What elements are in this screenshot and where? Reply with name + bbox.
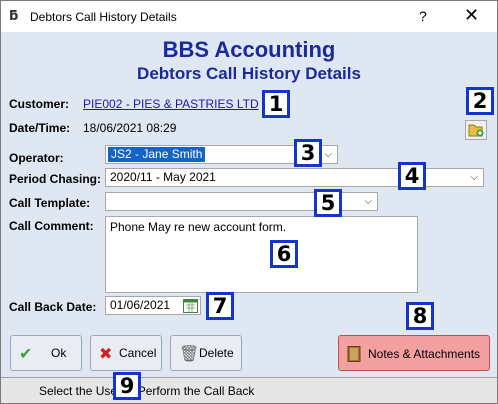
comment-textarea[interactable]: Phone May re new account form. [105,216,418,293]
window-title: Debtors Call History Details [30,10,177,24]
callout-badge-3: 3 [294,139,322,167]
operator-value: JS2 - Jane Smith [108,147,206,162]
trash-icon: 🗑 [179,344,200,363]
notes-attachments-button[interactable]: Notes & Attachments [338,335,490,371]
add-document-icon [468,124,484,137]
notebook-icon [347,346,361,362]
customer-link[interactable]: PIE002 - PIES & PASTRIES LTD [83,97,259,111]
add-attachment-button[interactable] [465,120,487,140]
x-icon: ✖ [99,344,113,363]
period-label: Period Chasing: [9,172,102,186]
bbs-logo-icon: ƃ [9,9,19,24]
callout-badge-8: 8 [406,302,434,330]
period-value: 2020/11 - May 2021 [110,170,216,184]
notes-label: Notes & Attachments [368,347,481,361]
callout-badge-9: 9 [113,372,141,400]
comment-label: Call Comment: [9,219,94,233]
form-heading: Debtors Call History Details [137,64,361,83]
chevron-down-icon[interactable]: ⌵ [324,146,332,163]
delete-label: Delete [199,346,234,360]
cancel-label: Cancel [119,346,157,360]
ok-button[interactable]: ✔ Ok [10,335,82,371]
title-bar: ƃ Debtors Call History Details ? ✕ [1,1,497,32]
status-bar: Select the User to Perform the Call Back [1,377,497,403]
callback-date-value: 01/06/2021 [110,298,171,312]
close-button[interactable]: ✕ [464,5,479,26]
help-button[interactable]: ? [419,8,427,24]
callout-badge-4: 4 [398,162,426,190]
datetime-label: Date/Time: [9,121,71,135]
callback-label: Call Back Date: [9,300,97,314]
status-text: Select the User to Perform the Call Back [39,384,255,398]
delete-button[interactable]: 🗑 Delete [170,335,242,371]
calendar-icon[interactable] [183,299,198,313]
dialog-window: ƃ Debtors Call History Details ? ✕ BBS A… [0,0,498,404]
datetime-value: 18/06/2021 08:29 [83,121,177,135]
template-label: Call Template: [9,196,91,210]
customer-label: Customer: [9,97,70,111]
callout-badge-6: 6 [270,240,298,268]
callout-badge-7: 7 [206,292,234,320]
operator-label: Operator: [9,151,64,165]
callout-badge-5: 5 [314,189,342,217]
callout-badge-1: 1 [262,90,290,118]
company-heading: BBS Accounting [162,37,336,62]
period-select[interactable]: 2020/11 - May 2021 ⌵ [105,168,484,187]
checkmark-icon: ✔ [19,344,33,363]
chevron-down-icon[interactable]: ⌵ [364,193,372,210]
ok-label: Ok [51,346,67,360]
callout-badge-2: 2 [466,87,494,115]
chevron-down-icon[interactable]: ⌵ [470,169,478,186]
callback-date-field[interactable]: 01/06/2021 [105,296,201,315]
cancel-button[interactable]: ✖ Cancel [90,335,162,371]
